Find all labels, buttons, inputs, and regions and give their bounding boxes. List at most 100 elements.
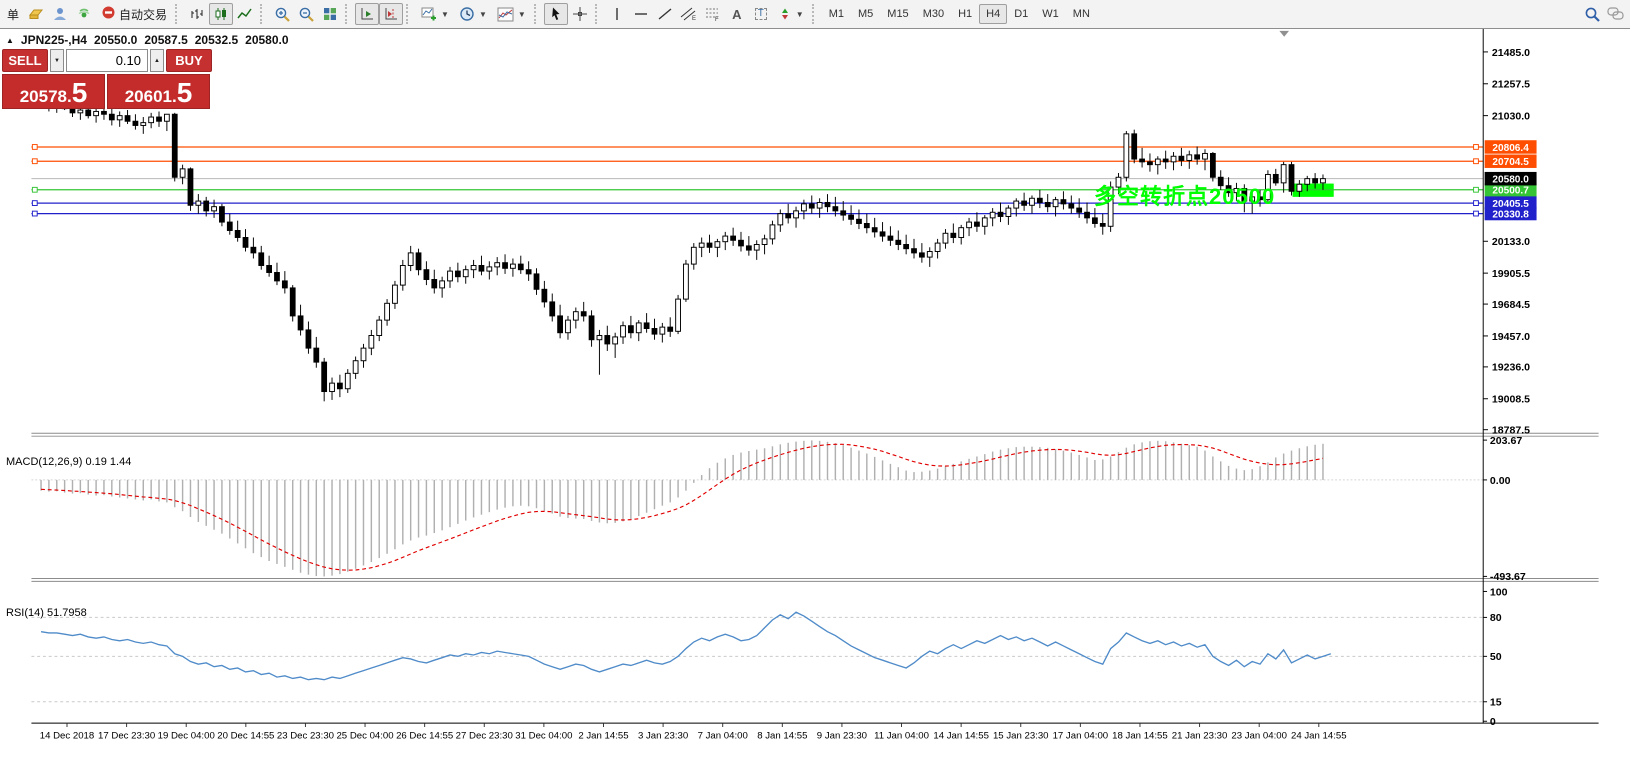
buy-price-display[interactable]: 20601. 5 <box>107 74 210 109</box>
timeframe-w1[interactable]: W1 <box>1035 4 1066 24</box>
chart-canvas[interactable]: 21485.0 21257.5 21030.0 20133.0 19905.5 19684… <box>0 29 1630 777</box>
equidistant-channel-tool-icon[interactable]: E <box>677 3 701 25</box>
buy-price-main: 20601 <box>124 87 172 106</box>
svg-text:E: E <box>692 16 696 22</box>
x-tick-label: 23 Jan 04:00 <box>1231 731 1287 742</box>
buy-price-pip: 5 <box>176 77 193 108</box>
turning-point-annotation[interactable]: 多空转折点20500 <box>1094 179 1275 211</box>
rsi-axis-label: 80 <box>1490 612 1502 624</box>
svg-text:F: F <box>715 17 719 22</box>
x-tick-label: 18 Jan 14:55 <box>1112 731 1168 742</box>
volume-decrease-button[interactable]: ▼ <box>50 49 64 72</box>
indicator-axis: 203.67 0.00 -493.67 100 80 50 15 0 <box>1483 435 1526 728</box>
open-value: 20550.0 <box>93 33 138 47</box>
timeframe-d1[interactable]: D1 <box>1007 4 1035 24</box>
x-tick-label: 17 Dec 23:30 <box>98 731 155 742</box>
candles-layer <box>38 97 1326 402</box>
timeframe-h1[interactable]: H1 <box>951 4 979 24</box>
timeframe-m30[interactable]: M30 <box>916 4 951 24</box>
timeframe-m5[interactable]: M5 <box>851 4 880 24</box>
trendline-tool-icon[interactable] <box>653 3 677 25</box>
zoom-out-icon[interactable] <box>294 3 318 25</box>
macd-axis-label: 203.67 <box>1490 435 1522 447</box>
signals-icon[interactable] <box>72 3 96 25</box>
y-tick-label: 19236.0 <box>1492 362 1530 374</box>
text-tool-icon[interactable]: A <box>725 3 749 25</box>
x-tick-label: 31 Dec 04:00 <box>515 731 572 742</box>
chart-shift-icon[interactable] <box>379 3 404 25</box>
profile-icon[interactable] <box>48 3 72 25</box>
x-tick-label: 14 Dec 2018 <box>40 731 95 742</box>
vertical-line-tool-icon[interactable] <box>605 3 629 25</box>
chart-shift-marker[interactable] <box>1279 30 1289 37</box>
collapse-panel-icon[interactable]: ▲ <box>6 36 14 45</box>
indicators-button[interactable]: ▼ <box>416 3 454 25</box>
autotrading-button[interactable]: 自动交易 <box>96 3 172 25</box>
toolbar-grip <box>175 4 180 24</box>
x-tick-label: 19 Dec 04:00 <box>158 731 215 742</box>
x-tick-label: 8 Jan 14:55 <box>757 731 807 742</box>
timeframe-m1[interactable]: M1 <box>822 4 851 24</box>
toolbar: 单 自动交易 ▼ ▼ ▼ E F A T ▼ M1 M5 M15 M30 H1 … <box>0 0 1630 29</box>
templates-button[interactable]: ▼ <box>492 3 531 25</box>
volume-input[interactable]: 0.10 <box>66 49 148 72</box>
toolbar-grip <box>594 4 600 24</box>
chevron-down-icon: ▼ <box>478 9 487 19</box>
sell-button[interactable]: SELL <box>2 49 48 72</box>
timeframe-m15[interactable]: M15 <box>880 4 915 24</box>
x-tick-label: 3 Jan 23:30 <box>638 731 688 742</box>
y-tick-label: 19684.5 <box>1492 299 1530 311</box>
autotrading-label: 自动交易 <box>119 7 168 22</box>
x-tick-label: 7 Jan 04:00 <box>698 731 748 742</box>
candlestick-chart-type-icon[interactable] <box>209 3 234 25</box>
sell-price-display[interactable]: 20578. 5 <box>2 74 105 109</box>
zoom-in-icon[interactable] <box>270 3 294 25</box>
text-label-tool-icon[interactable]: T <box>749 3 773 25</box>
market-watch-icon[interactable] <box>24 3 48 25</box>
hline-price-label: 20330.8 <box>1492 209 1529 220</box>
search-icon[interactable] <box>1580 3 1604 25</box>
x-tick-label: 20 Dec 14:55 <box>217 731 274 742</box>
rsi-indicator-label: RSI(14) 51.7958 <box>6 607 87 619</box>
hline-price-label: 20806.4 <box>1492 143 1529 154</box>
fibonacci-tool-icon[interactable]: F <box>701 3 725 25</box>
chart-ohlc-header: ▲ JPN225-,H4 20550.0 20587.5 20532.5 205… <box>6 33 289 47</box>
bar-chart-type-icon[interactable] <box>185 3 209 25</box>
price-axis: 21485.0 21257.5 21030.0 20133.0 19905.5 19684… <box>1483 47 1537 437</box>
x-tick-label: 25 Dec 04:00 <box>336 731 393 742</box>
timeframe-h4[interactable]: H4 <box>979 4 1008 24</box>
new-order-label: 单 <box>7 7 20 22</box>
auto-scroll-icon[interactable] <box>355 3 380 25</box>
periods-button[interactable]: ▼ <box>454 3 492 25</box>
arrows-tool-button[interactable]: ▼ <box>773 3 809 25</box>
frame-layer <box>31 29 1599 724</box>
high-value: 20587.5 <box>144 33 188 47</box>
macd-layer <box>31 440 1484 577</box>
sell-price-pip: 5 <box>71 77 88 108</box>
chevron-down-icon: ▼ <box>441 9 449 19</box>
x-tick-label: 26 Dec 14:55 <box>396 731 453 742</box>
y-tick-label: 21030.0 <box>1492 110 1530 122</box>
rsi-axis-label: 50 <box>1490 651 1502 663</box>
macd-indicator-label: MACD(12,26,9) 0.19 1.44 <box>6 456 132 468</box>
macd-axis-label: -493.67 <box>1490 571 1526 583</box>
toolbar-grip <box>811 4 817 24</box>
tile-windows-icon[interactable] <box>318 3 342 25</box>
crosshair-tool-icon[interactable] <box>568 3 592 25</box>
horizontal-line-tool-icon[interactable] <box>629 3 653 25</box>
x-tick-label: 21 Jan 23:30 <box>1172 731 1228 742</box>
chevron-down-icon: ▼ <box>517 9 526 19</box>
buy-button[interactable]: BUY <box>166 49 212 72</box>
timeframe-mn[interactable]: MN <box>1066 4 1097 24</box>
toolbar-grip <box>406 4 411 24</box>
chat-icon[interactable] <box>1604 3 1628 25</box>
bid-price-label: 20580.0 <box>1492 175 1529 186</box>
chart-workspace: 21485.0 21257.5 21030.0 20133.0 19905.5 19684… <box>0 29 1630 777</box>
volume-increase-button[interactable]: ▲ <box>150 49 164 72</box>
autotrading-icon <box>101 5 116 23</box>
x-tick-label: 9 Jan 23:30 <box>817 731 867 742</box>
x-tick-label: 23 Dec 23:30 <box>277 731 334 742</box>
new-order-button[interactable]: 单 <box>2 3 24 25</box>
line-chart-type-icon[interactable] <box>233 3 257 25</box>
cursor-tool-icon[interactable] <box>543 3 568 25</box>
